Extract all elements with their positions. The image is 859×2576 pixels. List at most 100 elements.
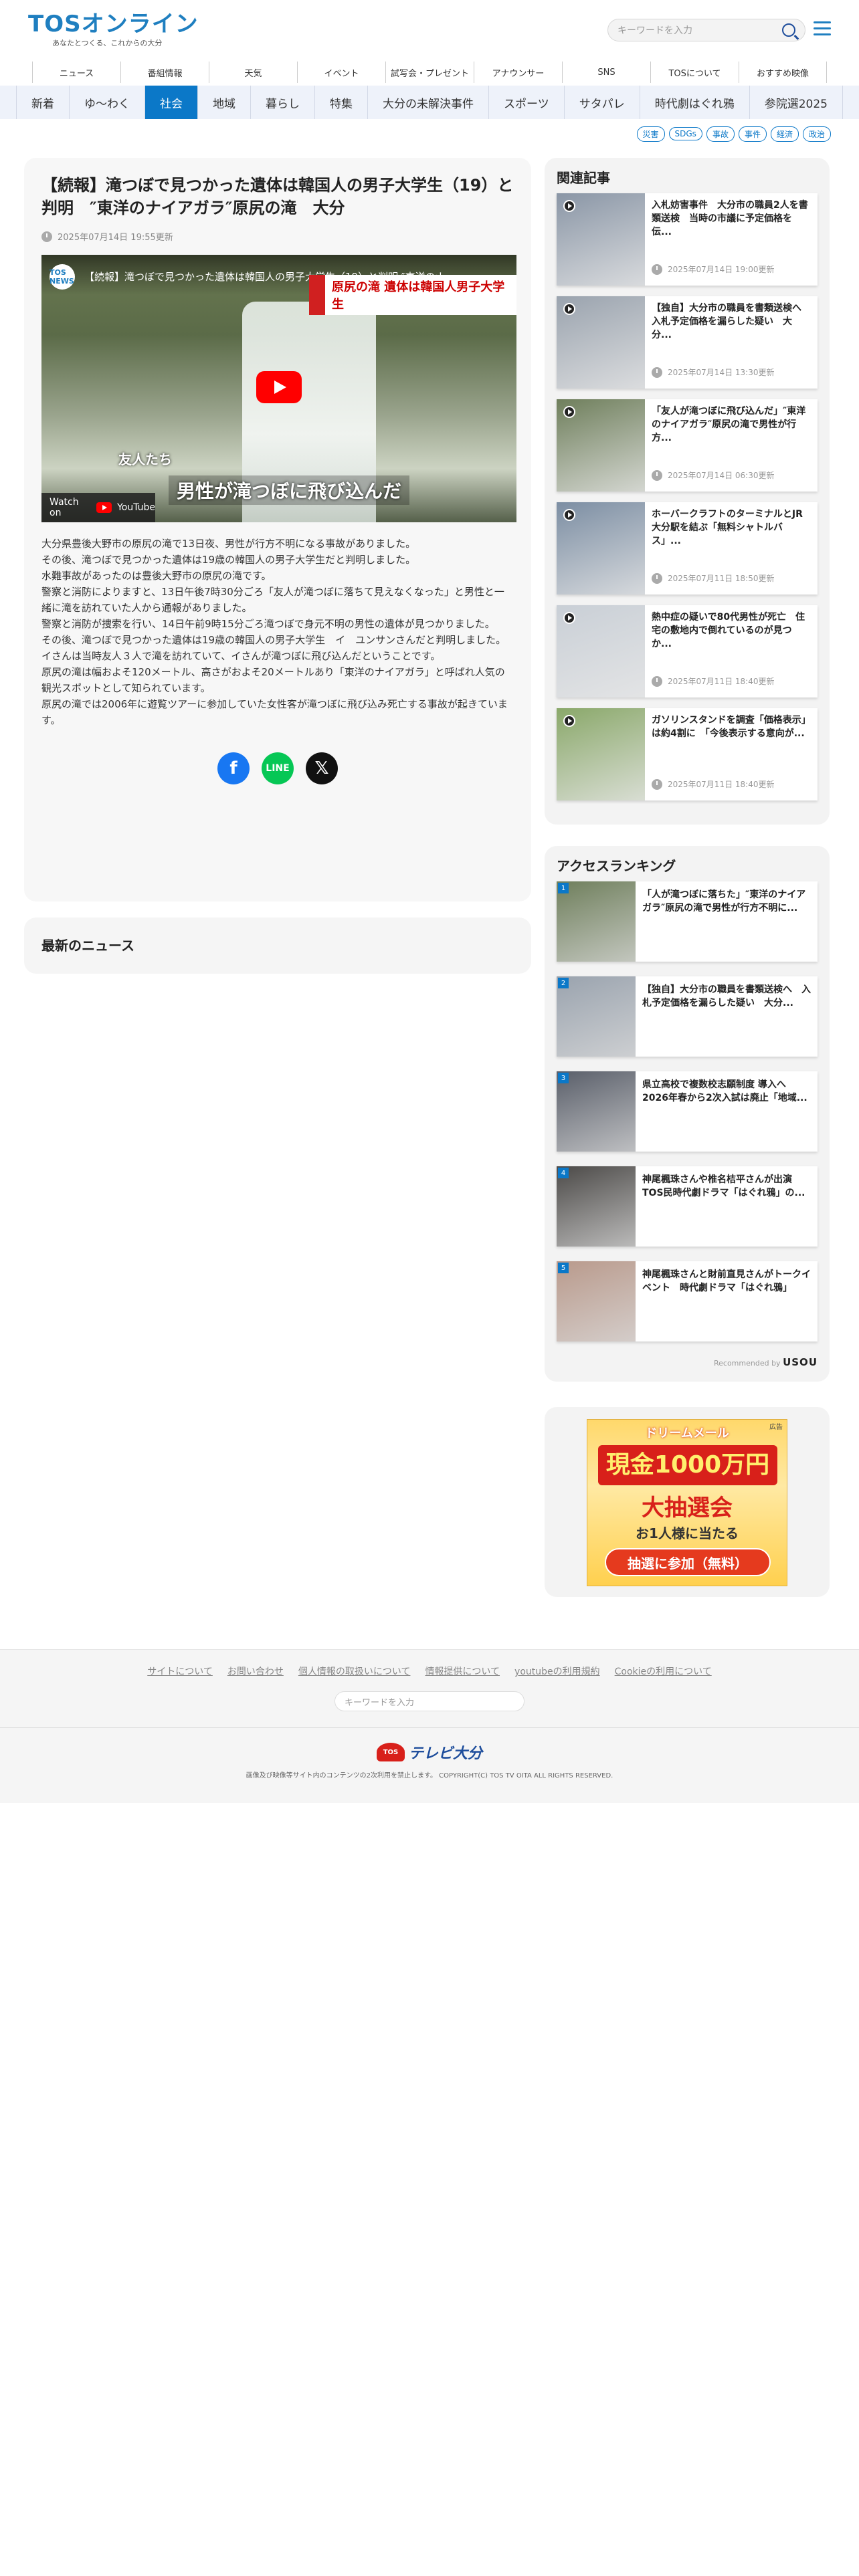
footer-link-cookie[interactable]: Cookieの利用について: [615, 1665, 712, 1678]
ad-cta-button[interactable]: 抽選に参加（無料）: [605, 1548, 771, 1576]
ranking-thumbnail[interactable]: 1: [557, 881, 636, 962]
header-search-input[interactable]: キーワードを入力: [607, 19, 805, 41]
category-tab-satapare[interactable]: サタパレ: [563, 86, 640, 119]
category-nav: 新着 ゆ〜わく 社会 地域 暮らし 特集 大分の未解決事件 スポーツ サタパレ …: [0, 86, 859, 119]
ranking-item[interactable]: 2 【独自】大分市の職員を書類送検へ 入札予定価格を漏らした疑い 大分...: [557, 976, 818, 1057]
related-article-title[interactable]: ガソリンスタンドを調査「価格表示」は約4割に 「今後表示する意向が...: [652, 714, 811, 754]
nav-item-events[interactable]: イベント: [297, 62, 385, 83]
related-article-body: 熱中症の疑いで80代男性が死亡 住宅の敷地内で倒れているのが見つか... 2025…: [645, 605, 818, 697]
ranking-number: 2: [558, 978, 569, 988]
related-article-title[interactable]: 「友人が滝つぼに飛び込んだ」″東洋のナイアガラ″原尻の滝で男性が行方...: [652, 405, 811, 445]
ranking-thumbnail[interactable]: 4: [557, 1166, 636, 1247]
category-tab-election[interactable]: 参院選2025: [749, 86, 843, 119]
x-share-icon[interactable]: 𝕏: [306, 752, 338, 784]
recommended-by[interactable]: Recommended by USOU: [557, 1356, 818, 1368]
nav-item-programs[interactable]: 番組情報: [120, 62, 209, 83]
ranking-heading: アクセスランキング: [557, 858, 676, 874]
related-article-item[interactable]: ホーバークラフトのターミナルとJR大分駅を結ぶ「無料シャトルバス」... 2025…: [557, 502, 818, 595]
video-caption-small: 友人たち: [118, 451, 172, 467]
tag-disaster[interactable]: 災害: [636, 126, 665, 142]
category-tab-new[interactable]: 新着: [16, 86, 69, 119]
tos-logo-mark: TOS: [376, 1743, 405, 1761]
ranking-thumbnail[interactable]: 3: [557, 1071, 636, 1152]
ad-banner[interactable]: 広告 ドリームメール 現金1000万円 大抽選会 お1人様に当たる 抽選に参加（…: [587, 1419, 787, 1586]
tag-sdgs[interactable]: SDGs: [668, 127, 702, 140]
related-article-item[interactable]: 入札妨害事件 大分市の職員2人を書類送検 当時の市議に予定価格を伝... 2025…: [557, 193, 818, 286]
category-tab-society[interactable]: 社会: [145, 86, 198, 119]
watch-on-youtube-button[interactable]: Watch on YouTube: [41, 493, 155, 522]
video-badge-icon: [563, 406, 575, 418]
related-article-item[interactable]: 【独自】大分市の職員を書類送検へ 入札予定価格を漏らした疑い 大分... 2025…: [557, 296, 818, 389]
ranking-title[interactable]: 【独自】大分市の職員を書類送検へ 入札予定価格を漏らした疑い 大分...: [636, 976, 818, 1025]
category-tab-unsolved[interactable]: 大分の未解決事件: [367, 86, 488, 119]
footer-logo[interactable]: TOS テレビ大分: [0, 1741, 859, 1763]
category-tab-yuwaku[interactable]: ゆ〜わく: [69, 86, 145, 119]
ad-text: お1人様に当たる: [636, 1525, 739, 1541]
ranking-thumbnail[interactable]: 2: [557, 976, 636, 1057]
nav-item-about[interactable]: TOSについて: [650, 62, 739, 83]
related-article-thumbnail[interactable]: [557, 605, 645, 697]
footer-link-youtube-terms[interactable]: youtubeの利用規約: [514, 1665, 600, 1678]
related-article-thumbnail[interactable]: [557, 502, 645, 595]
facebook-share-icon[interactable]: f: [217, 752, 250, 784]
related-article-title[interactable]: 熱中症の疑いで80代男性が死亡 住宅の敷地内で倒れているのが見つか...: [652, 611, 811, 651]
article-paragraph: その後、滝つぼで見つかった遺体は19歳の韓国人の男子大学生 イ ユンサンさんだと…: [41, 634, 506, 646]
related-article-item[interactable]: 「友人が滝つぼに飛び込んだ」″東洋のナイアガラ″原尻の滝で男性が行方... 202…: [557, 399, 818, 492]
nav-item-announcers[interactable]: アナウンサー: [474, 62, 562, 83]
ranking-title[interactable]: 県立高校で複数校志願制度 導入へ 2026年春から2次入試は廃止「地域...: [636, 1071, 818, 1119]
nav-item-news[interactable]: ニュース: [32, 62, 120, 83]
tag-economy[interactable]: 経済: [770, 126, 799, 142]
category-tab-drama[interactable]: 時代劇はぐれ鴉: [639, 86, 749, 119]
video-player[interactable]: TOS NEWS 【続報】滝つぼで見つかった遺体は韓国人の男子大学生（19）と判…: [41, 255, 516, 522]
clock-icon: [652, 572, 662, 584]
nav-item-weather[interactable]: 天気: [209, 62, 297, 83]
related-article-title[interactable]: 【独自】大分市の職員を書類送検へ 入札予定価格を漏らした疑い 大分...: [652, 302, 811, 342]
ranking-thumbnail[interactable]: 5: [557, 1261, 636, 1341]
nav-item-presents[interactable]: 試写会・プレゼント: [385, 62, 474, 83]
nav-item-sns[interactable]: SNS: [562, 62, 650, 83]
ranking-item[interactable]: 1 「人が滝つぼに落ちた」″東洋のナイアガラ″原尻の滝で男性が行方不明に...: [557, 881, 818, 962]
category-tab-sports[interactable]: スポーツ: [488, 86, 564, 119]
channel-avatar[interactable]: TOS NEWS: [50, 264, 75, 290]
related-article-title[interactable]: ホーバークラフトのターミナルとJR大分駅を結ぶ「無料シャトルバス」...: [652, 508, 811, 548]
related-article-title[interactable]: 入札妨害事件 大分市の職員2人を書類送検 当時の市議に予定価格を伝...: [652, 199, 811, 239]
site-logo[interactable]: TOSオンライン あなたとつくる、これからの大分: [28, 12, 199, 48]
video-badge-icon: [563, 303, 575, 315]
hamburger-menu-icon[interactable]: [814, 21, 831, 36]
related-article-thumbnail[interactable]: [557, 296, 645, 389]
tag-politics[interactable]: 政治: [802, 126, 831, 142]
footer-link-tips[interactable]: 情報提供について: [425, 1665, 500, 1678]
related-article-thumbnail[interactable]: [557, 708, 645, 800]
video-banner-caption: 原尻の滝 遺体は韓国人男子大学生: [309, 275, 516, 315]
line-share-icon[interactable]: LINE: [262, 752, 294, 784]
footer-search-input[interactable]: キーワードを入力: [335, 1691, 524, 1711]
ranking-title[interactable]: 「人が滝つぼに落ちた」″東洋のナイアガラ″原尻の滝で男性が行方不明に...: [636, 881, 818, 930]
youtube-logo-icon: [96, 502, 112, 513]
related-article-thumbnail[interactable]: [557, 193, 645, 286]
ranking-item[interactable]: 4 神尾楓珠さんや椎名桔平さんが出演 TOS民時代劇ドラマ「はぐれ鴉」の...: [557, 1166, 818, 1247]
watch-on-label: Watch on: [50, 497, 79, 518]
ranking-title[interactable]: 神尾楓珠さんや椎名桔平さんが出演 TOS民時代劇ドラマ「はぐれ鴉」の...: [636, 1166, 818, 1214]
ranking-item[interactable]: 3 県立高校で複数校志願制度 導入へ 2026年春から2次入試は廃止「地域...: [557, 1071, 818, 1152]
footer-links: サイトについて お問い合わせ 個人情報の取扱いについて 情報提供について you…: [0, 1665, 859, 1678]
category-tab-feature[interactable]: 特集: [314, 86, 367, 119]
tag-accident[interactable]: 事故: [706, 126, 735, 142]
related-article-item[interactable]: 熱中症の疑いで80代男性が死亡 住宅の敷地内で倒れているのが見つか... 2025…: [557, 605, 818, 697]
related-article-thumbnail[interactable]: [557, 399, 645, 492]
nav-item-recommended-video[interactable]: おすすめ映像: [739, 62, 827, 83]
article-paragraph: 警察と消防が捜索を行い、14日午前9時15分ごろ滝つぼで身元不明の男性の遺体が見…: [41, 618, 495, 630]
tag-incident[interactable]: 事件: [738, 126, 767, 142]
search-icon[interactable]: [782, 23, 795, 37]
footer-link-about[interactable]: サイトについて: [147, 1665, 213, 1678]
clock-icon: [652, 263, 662, 275]
play-button-icon[interactable]: [256, 371, 302, 403]
footer-link-contact[interactable]: お問い合わせ: [227, 1665, 284, 1678]
footer-link-privacy[interactable]: 個人情報の取扱いについて: [298, 1665, 411, 1678]
ranking-item[interactable]: 5 神尾楓珠さんと財前直見さんがトークイベント 時代劇ドラマ「はぐれ鴉」: [557, 1261, 818, 1341]
category-tab-region[interactable]: 地域: [197, 86, 250, 119]
youtube-label: YouTube: [117, 502, 155, 513]
related-article-body: 入札妨害事件 大分市の職員2人を書類送検 当時の市議に予定価格を伝... 2025…: [645, 193, 818, 286]
related-article-item[interactable]: ガソリンスタンドを調査「価格表示」は約4割に 「今後表示する意向が... 2025…: [557, 708, 818, 800]
category-tab-life[interactable]: 暮らし: [250, 86, 314, 119]
ranking-title[interactable]: 神尾楓珠さんと財前直見さんがトークイベント 時代劇ドラマ「はぐれ鴉」: [636, 1261, 818, 1309]
